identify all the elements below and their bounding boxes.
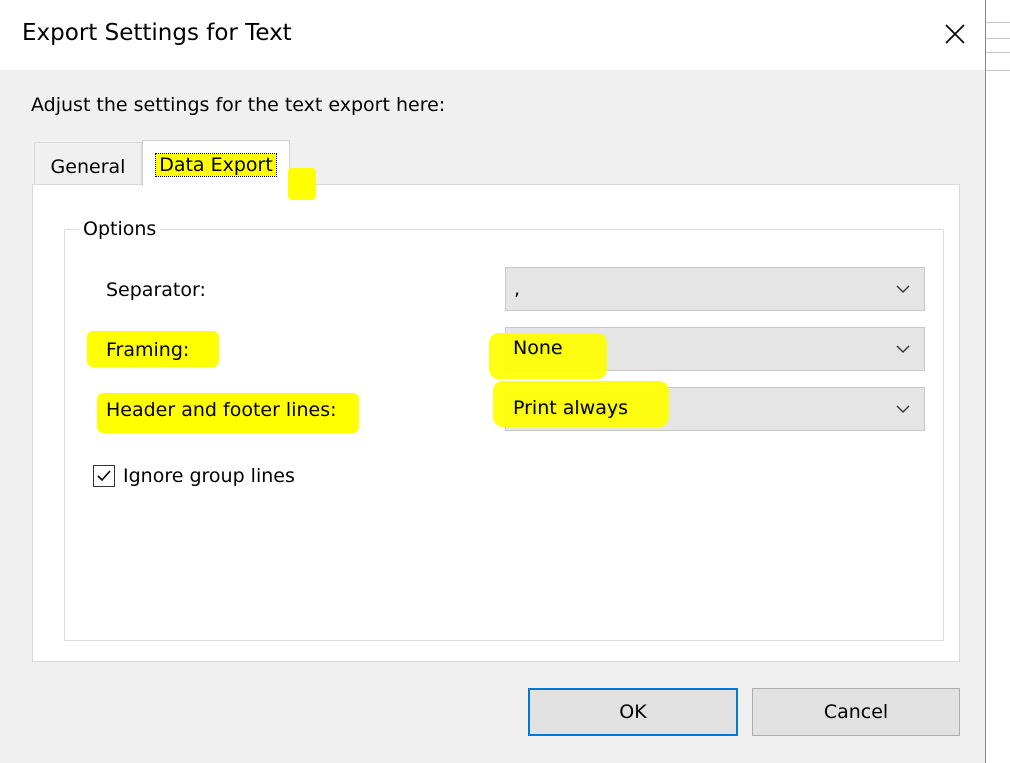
ignore-group-lines-checkbox[interactable] bbox=[93, 465, 115, 487]
ignore-group-lines-option[interactable]: Ignore group lines bbox=[93, 465, 295, 487]
chevron-down-icon bbox=[896, 285, 910, 293]
screen: Export Settings for Text Adjust the sett… bbox=[0, 0, 1010, 763]
dialog-title: Export Settings for Text bbox=[22, 20, 292, 46]
chevron-down-icon bbox=[896, 345, 910, 353]
framing-value-overlay: None bbox=[513, 337, 563, 359]
framing-label: Framing: bbox=[106, 339, 190, 361]
ok-button-label: OK bbox=[619, 701, 647, 723]
cancel-button-label: Cancel bbox=[823, 701, 889, 723]
separator-label: Separator: bbox=[106, 279, 206, 301]
checkmark-icon bbox=[97, 470, 111, 482]
chevron-down-icon bbox=[896, 405, 910, 413]
header-footer-value-overlay: Print always bbox=[513, 397, 628, 419]
separator-dropdown[interactable]: , bbox=[505, 267, 925, 311]
tab-general-label: General bbox=[50, 156, 126, 178]
ignore-group-lines-label: Ignore group lines bbox=[123, 465, 295, 487]
ok-button[interactable]: OK bbox=[528, 688, 738, 736]
export-settings-dialog: Export Settings for Text Adjust the sett… bbox=[0, 0, 986, 763]
cancel-button[interactable]: Cancel bbox=[752, 688, 960, 736]
close-button[interactable] bbox=[925, 4, 985, 64]
separator-value: , bbox=[514, 278, 521, 300]
tab-general[interactable]: General bbox=[34, 142, 142, 184]
tab-highlight-stroke bbox=[288, 168, 316, 200]
close-icon bbox=[945, 24, 965, 44]
title-bar: Export Settings for Text bbox=[0, 0, 985, 70]
instruction-text: Adjust the settings for the text export … bbox=[31, 94, 446, 116]
header-footer-label: Header and footer lines: bbox=[106, 399, 337, 421]
tab-page-data-export: Options Separator: , Framing: None None bbox=[32, 184, 960, 662]
background-window bbox=[986, 0, 1010, 763]
options-legend: Options bbox=[79, 218, 161, 240]
